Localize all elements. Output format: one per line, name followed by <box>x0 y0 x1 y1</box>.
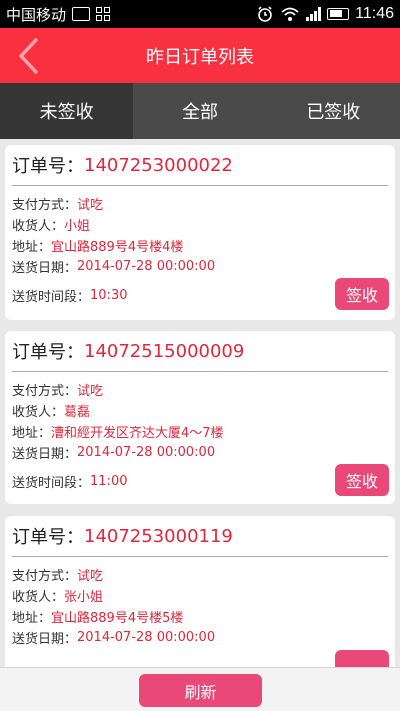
wifi-icon <box>281 7 299 21</box>
time-slot-label: 送货时间段： <box>12 475 91 491</box>
receiver-label: 收货人： <box>12 405 65 420</box>
alarm-icon <box>258 6 272 22</box>
date-row: 送货日期： 2014-07-28 00:00:00 <box>12 627 395 648</box>
sign-button[interactable]: 签收 <box>335 278 389 310</box>
app-header: 昨日订单列表 <box>0 28 400 83</box>
payment-row: 支付方式： 试吃 <box>12 379 395 400</box>
back-button[interactable] <box>16 36 46 76</box>
page-title: 昨日订单列表 <box>146 46 254 68</box>
order-card: 订单号： 14072515000009 支付方式： 试吃 收货人： 葛磊 地址： 漕和… <box>5 331 395 504</box>
order-list[interactable]: 订单号： 1407253000022 支付方式： 试吃 收货人： 小姐 地址： 宜山路… <box>0 139 400 667</box>
order-number: 1407253000119 <box>84 525 233 547</box>
receiver-label: 收货人： <box>12 219 65 234</box>
order-number-label: 订单号： <box>12 342 84 363</box>
time-slot-value: 10:30 <box>90 287 128 303</box>
order-number-row: 订单号： 14072515000009 <box>5 331 395 371</box>
payment-value: 试吃 <box>77 198 104 213</box>
order-number-row: 订单号： 1407253000119 <box>5 516 395 556</box>
tab-all[interactable]: 全部 <box>133 83 267 139</box>
order-card: 订单号： 1407253000022 支付方式： 试吃 收货人： 小姐 地址： 宜山路… <box>5 145 395 320</box>
order-card: 订单号： 1407253000119 支付方式： 试吃 收货人： 张小姐 地址： 宜山… <box>5 516 395 667</box>
order-number-row: 订单号： 1407253000022 <box>5 145 395 185</box>
date-label: 送货日期： <box>12 261 78 276</box>
chevron-left-icon <box>19 38 38 74</box>
sign-button[interactable]: 签收 <box>335 464 389 496</box>
payment-label: 支付方式： <box>12 384 78 399</box>
receiver-row: 收货人： 葛磊 <box>12 400 395 421</box>
order-number: 1407253000022 <box>84 154 233 176</box>
address-label: 地址： <box>12 611 52 626</box>
date-value: 2014-07-28 00:00:00 <box>77 259 216 274</box>
date-label: 送货日期： <box>12 632 78 647</box>
carrier-name: 中国移动 <box>6 5 67 24</box>
payment-value: 试吃 <box>77 384 104 399</box>
time-slot-label: 送货时间段： <box>12 289 91 305</box>
receiver-value: 小姐 <box>64 219 91 234</box>
clock-time: 11:46 <box>355 5 394 22</box>
address-value: 漕和經开发区齐达大厦4～7楼 <box>51 426 224 441</box>
date-label: 送货日期： <box>12 447 78 462</box>
tab-bar: 未签收 全部 已签收 <box>0 83 400 139</box>
battery-icon <box>327 8 350 20</box>
order-number-label: 订单号： <box>12 527 84 548</box>
address-value: 宜山路889号4号楼5楼 <box>51 611 184 626</box>
status-bar: 中国移动 11:46 <box>0 0 400 28</box>
time-slot-value: 11:00 <box>90 473 128 489</box>
address-label: 地址： <box>12 240 52 255</box>
address-label: 地址： <box>12 426 52 441</box>
date-row: 送货日期： 2014-07-28 00:00:00 <box>12 442 395 463</box>
payment-row: 支付方式： 试吃 <box>12 564 395 585</box>
address-row: 地址： 宜山路889号4号楼5楼 <box>12 606 395 627</box>
payment-label: 支付方式： <box>12 569 78 584</box>
receiver-label: 收货人： <box>12 590 65 605</box>
order-number: 14072515000009 <box>84 340 245 362</box>
receiver-row: 收货人： 张小姐 <box>12 585 395 606</box>
receiver-value: 葛磊 <box>64 405 91 420</box>
footer-bar: 刷新 <box>0 667 400 711</box>
receiver-row: 收货人： 小姐 <box>12 214 395 235</box>
order-number-label: 订单号： <box>12 156 84 177</box>
receiver-value: 张小姐 <box>64 590 104 605</box>
tab-signed[interactable]: 已签收 <box>266 83 400 139</box>
payment-row: 支付方式： 试吃 <box>12 193 395 214</box>
address-row: 地址： 漕和經开发区齐达大厦4～7楼 <box>12 421 395 442</box>
address-row: 地址： 宜山路889号4号楼4楼 <box>12 235 395 256</box>
payment-label: 支付方式： <box>12 198 78 213</box>
sign-button[interactable] <box>335 650 389 667</box>
date-value: 2014-07-28 00:00:00 <box>77 445 216 460</box>
date-row: 送货日期： 2014-07-28 00:00:00 <box>12 256 395 277</box>
refresh-button[interactable]: 刷新 <box>139 674 262 707</box>
tab-unsigned[interactable]: 未签收 <box>0 83 134 139</box>
date-value: 2014-07-28 00:00:00 <box>77 630 216 645</box>
address-value: 宜山路889号4号楼4楼 <box>51 240 184 255</box>
image-icon <box>72 7 91 21</box>
grid-icon <box>96 7 111 21</box>
signal-icon <box>306 7 322 21</box>
payment-value: 试吃 <box>77 569 104 584</box>
